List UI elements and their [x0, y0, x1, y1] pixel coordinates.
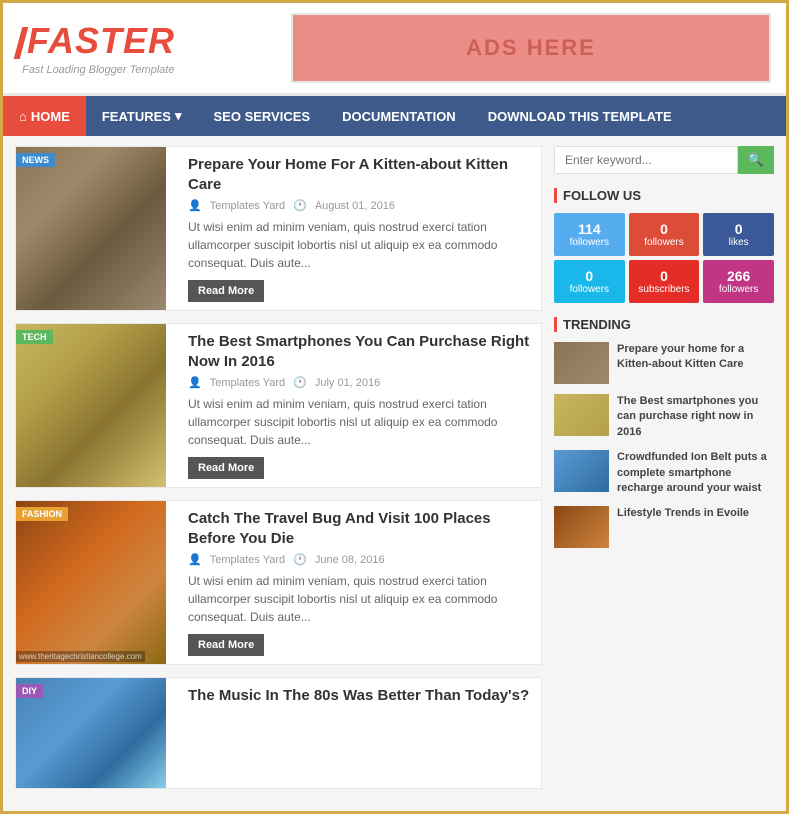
article-image: TECH — [16, 324, 166, 487]
article-title[interactable]: The Music In The 80s Was Better Than Tod… — [188, 686, 531, 706]
navbar: ⌂ HOME FEATURES ▾ SEO SERVICES DOCUMENTA… — [3, 96, 786, 136]
read-more-button[interactable]: Read More — [188, 280, 264, 302]
articles-column: NEWS Prepare Your Home For A Kitten-abou… — [15, 146, 554, 801]
article-title[interactable]: The Best Smartphones You Can Purchase Ri… — [188, 332, 531, 371]
article-card: DIY The Music In The 80s Was Better Than… — [15, 677, 542, 789]
trending-image — [554, 394, 609, 436]
search-input[interactable] — [554, 146, 738, 174]
article-image: DIY — [16, 678, 166, 788]
article-card: TECH The Best Smartphones You Can Purcha… — [15, 323, 542, 488]
article-meta: 👤 Templates Yard 🕐 July 01, 2016 — [188, 376, 531, 389]
clock-icon: 🕐 — [293, 376, 307, 389]
trending-item-title[interactable]: Lifestyle Trends in Evoile — [617, 506, 749, 521]
instagram-button[interactable]: 266 followers — [703, 260, 774, 303]
article-date: August 01, 2016 — [315, 200, 395, 212]
clock-icon: 🕐 — [293, 553, 307, 566]
nav-seo[interactable]: SEO SERVICES — [198, 96, 327, 136]
article-meta: 👤 Templates Yard 🕐 August 01, 2016 — [188, 199, 531, 212]
youtube-button[interactable]: 0 subscribers — [629, 260, 700, 303]
trending-image — [554, 450, 609, 492]
article-body: Prepare Your Home For A Kitten-about Kit… — [178, 147, 541, 310]
read-more-button[interactable]: Read More — [188, 634, 264, 656]
article-image: FASHION www.theritagechristiancollege.co… — [16, 501, 166, 664]
ads-banner[interactable]: ADS HERE — [291, 13, 771, 83]
article-author: Templates Yard — [210, 377, 285, 389]
article-body: The Best Smartphones You Can Purchase Ri… — [178, 324, 541, 487]
article-author: Templates Yard — [210, 200, 285, 212]
twitter-button[interactable]: 114 followers — [554, 213, 625, 256]
article-excerpt: Ut wisi enim ad minim veniam, quis nostr… — [188, 218, 531, 272]
trending-item: Prepare your home for a Kitten-about Kit… — [554, 342, 774, 384]
trending-item: Lifestyle Trends in Evoile — [554, 506, 774, 548]
article-author: Templates Yard — [210, 554, 285, 566]
trending-image — [554, 506, 609, 548]
nav-home[interactable]: ⌂ HOME — [3, 96, 86, 136]
article-tag: TECH — [16, 330, 53, 344]
vimeo-button[interactable]: 0 followers — [554, 260, 625, 303]
article-card: FASHION www.theritagechristiancollege.co… — [15, 500, 542, 665]
social-grid: 114 followers 0 followers 0 likes 0 foll… — [554, 213, 774, 303]
header: FASTER Fast Loading Blogger Template ADS… — [3, 3, 786, 96]
main-content: NEWS Prepare Your Home For A Kitten-abou… — [3, 136, 786, 811]
logo[interactable]: FASTER — [18, 20, 175, 62]
watermark: www.theritagechristiancollege.com — [16, 651, 145, 662]
article-excerpt: Ut wisi enim ad minim veniam, quis nostr… — [188, 395, 531, 449]
facebook-button[interactable]: 0 likes — [703, 213, 774, 256]
trending-item-title[interactable]: Prepare your home for a Kitten-about Kit… — [617, 342, 774, 373]
trending-item: The Best smartphones you can purchase ri… — [554, 394, 774, 440]
read-more-button[interactable]: Read More — [188, 457, 264, 479]
sidebar: 🔍 FOLLOW US 114 followers 0 followers 0 … — [554, 146, 774, 801]
article-date: June 08, 2016 — [315, 554, 385, 566]
trending-image — [554, 342, 609, 384]
search-button[interactable]: 🔍 — [738, 146, 774, 174]
nav-download[interactable]: DOWNLOAD THIS TEMPLATE — [472, 96, 688, 136]
trending-item-title[interactable]: Crowdfunded Ion Belt puts a complete sma… — [617, 450, 774, 496]
home-icon: ⌂ — [19, 109, 27, 124]
trending-item-title[interactable]: The Best smartphones you can purchase ri… — [617, 394, 774, 440]
trending-title: TRENDING — [554, 317, 774, 332]
article-tag: DIY — [16, 684, 43, 698]
nav-features[interactable]: FEATURES ▾ — [86, 96, 198, 136]
gplus-button[interactable]: 0 followers — [629, 213, 700, 256]
article-tag: NEWS — [16, 153, 55, 167]
article-body: Catch The Travel Bug And Visit 100 Place… — [178, 501, 541, 664]
author-icon: 👤 — [188, 553, 202, 566]
author-icon: 👤 — [188, 376, 202, 389]
nav-docs[interactable]: DOCUMENTATION — [326, 96, 472, 136]
article-title[interactable]: Catch The Travel Bug And Visit 100 Place… — [188, 509, 531, 548]
article-meta: 👤 Templates Yard 🕐 June 08, 2016 — [188, 553, 531, 566]
article-body: The Music In The 80s Was Better Than Tod… — [178, 678, 541, 788]
trending-item: Crowdfunded Ion Belt puts a complete sma… — [554, 450, 774, 496]
article-card: NEWS Prepare Your Home For A Kitten-abou… — [15, 146, 542, 311]
logo-tagline: Fast Loading Blogger Template — [22, 64, 175, 76]
logo-area: FASTER Fast Loading Blogger Template — [18, 20, 175, 76]
dropdown-icon: ▾ — [175, 108, 182, 124]
article-date: July 01, 2016 — [315, 377, 380, 389]
article-title[interactable]: Prepare Your Home For A Kitten-about Kit… — [188, 155, 531, 194]
follow-us-title: FOLLOW US — [554, 188, 774, 203]
article-excerpt: Ut wisi enim ad minim veniam, quis nostr… — [188, 572, 531, 626]
article-image: NEWS — [16, 147, 166, 310]
clock-icon: 🕐 — [293, 199, 307, 212]
author-icon: 👤 — [188, 199, 202, 212]
article-tag: FASHION — [16, 507, 68, 521]
search-box: 🔍 — [554, 146, 774, 174]
